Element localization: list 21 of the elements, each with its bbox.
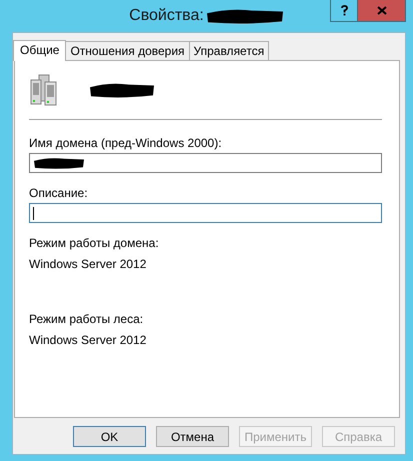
question-mark-icon: [340, 5, 348, 16]
redaction-mark: [89, 81, 155, 99]
input-field[interactable]: [29, 153, 382, 173]
info-value: Windows Server 2012: [29, 333, 148, 347]
dialog-button[interactable]: OK: [73, 426, 146, 447]
tab[interactable]: Общие: [13, 40, 66, 61]
input-field[interactable]: [29, 203, 382, 223]
help-button[interactable]: [330, 0, 358, 22]
tab[interactable]: Отношения доверия: [65, 41, 190, 60]
tab[interactable]: Управляется: [188, 41, 270, 60]
close-icon: [376, 6, 386, 15]
close-button[interactable]: [358, 0, 406, 22]
info-value: Windows Server 2012: [29, 257, 148, 271]
field-label: Имя домена (пред-Windows 2000):: [29, 136, 223, 150]
info-label: Режим работы домена:: [29, 236, 160, 250]
dialog-button[interactable]: Отмена: [156, 426, 229, 447]
field-label: Описание:: [29, 186, 89, 200]
info-label: Режим работы леса:: [29, 312, 144, 326]
redaction-mark: [33, 156, 85, 170]
window-title: Свойства:: [129, 7, 204, 25]
text-cursor: [33, 206, 34, 220]
